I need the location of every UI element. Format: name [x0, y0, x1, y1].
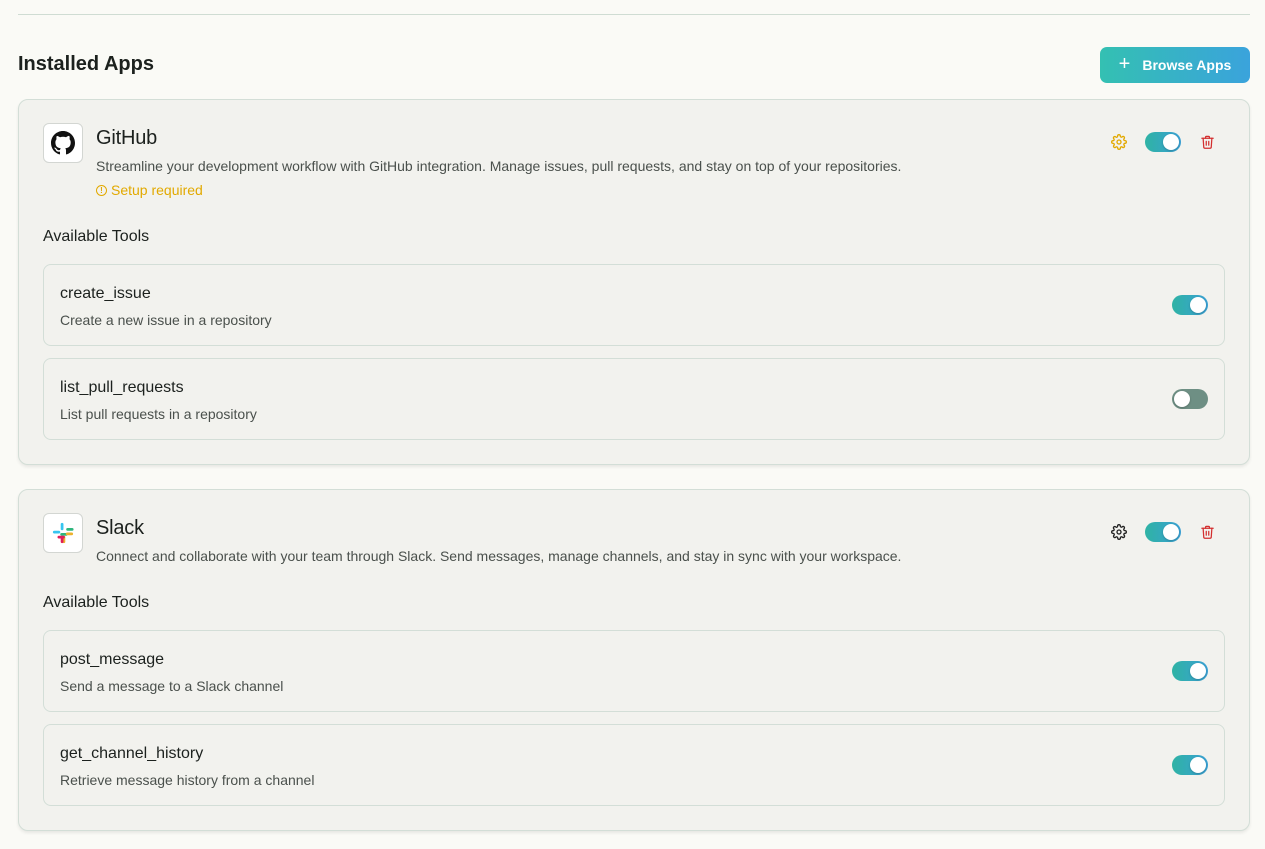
delete-trash-icon[interactable] — [1198, 133, 1216, 151]
tool-name: create_issue — [60, 285, 151, 302]
available-tools-title: Available Tools — [43, 594, 150, 611]
settings-gear-icon[interactable] — [1110, 133, 1128, 151]
tool-row-list-pull-requests: list_pull_requests List pull requests in… — [43, 358, 1225, 440]
tool-name: get_channel_history — [60, 745, 204, 762]
tool-row-get-channel-history: get_channel_history Retrieve message his… — [43, 724, 1225, 806]
browse-apps-label: Browse Apps — [1142, 57, 1232, 73]
setup-required-status: ! Setup required — [96, 182, 203, 198]
toggle-knob — [1163, 134, 1179, 150]
section-title: Installed Apps — [18, 53, 154, 75]
available-tools-title: Available Tools — [43, 228, 150, 245]
slack-icon — [43, 513, 83, 553]
tool-name: post_message — [60, 651, 165, 668]
app-name: GitHub — [96, 127, 158, 149]
app-card-slack: Slack Connect and collaborate with your … — [18, 489, 1250, 831]
toggle-knob — [1190, 663, 1206, 679]
tool-enable-toggle[interactable] — [1172, 389, 1208, 409]
app-enable-toggle[interactable] — [1145, 132, 1181, 152]
toggle-knob — [1190, 297, 1206, 313]
setup-required-label: Setup required — [111, 182, 203, 198]
tool-description: Retrieve message history from a channel — [60, 772, 315, 788]
app-enable-toggle[interactable] — [1145, 522, 1181, 542]
tool-name: list_pull_requests — [60, 379, 184, 396]
plus-icon: + — [1118, 53, 1131, 75]
tool-enable-toggle[interactable] — [1172, 755, 1208, 775]
github-icon — [43, 123, 83, 163]
info-icon: ! — [96, 184, 107, 196]
tool-description: Send a message to a Slack channel — [60, 678, 284, 694]
toggle-knob — [1190, 757, 1206, 773]
delete-trash-icon[interactable] — [1198, 523, 1216, 541]
tool-row-create-issue: create_issue Create a new issue in a rep… — [43, 264, 1225, 346]
toggle-knob — [1174, 391, 1190, 407]
settings-gear-icon[interactable] — [1110, 523, 1128, 541]
tool-row-post-message: post_message Send a message to a Slack c… — [43, 630, 1225, 712]
installed-apps-page: Installed Apps + Browse Apps GitHub Stre… — [0, 0, 1265, 849]
tool-description: List pull requests in a repository — [60, 406, 257, 422]
app-description: Connect and collaborate with your team t… — [96, 548, 902, 564]
app-description: Streamline your development workflow wit… — [96, 158, 902, 174]
tool-description: Create a new issue in a repository — [60, 312, 272, 328]
browse-apps-button[interactable]: + Browse Apps — [1100, 47, 1250, 83]
tool-enable-toggle[interactable] — [1172, 661, 1208, 681]
app-name: Slack — [96, 517, 144, 539]
top-divider — [18, 14, 1250, 15]
tool-enable-toggle[interactable] — [1172, 295, 1208, 315]
app-card-github: GitHub Streamline your development workf… — [18, 99, 1250, 465]
toggle-knob — [1163, 524, 1179, 540]
